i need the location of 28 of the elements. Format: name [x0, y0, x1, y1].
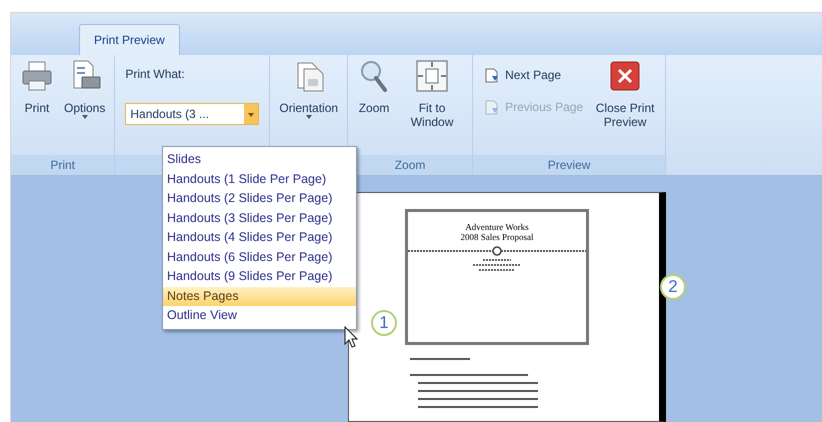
slide-title: Adventure Works: [465, 222, 529, 232]
dropdown-field[interactable]: Handouts (3 ...: [125, 102, 260, 125]
caret-icon: [82, 114, 88, 119]
ribbon-button[interactable]: Close Print Preview: [589, 54, 662, 153]
ribbon-tab[interactable]: Print Preview: [79, 24, 180, 55]
fit-window-icon: [415, 58, 450, 93]
ribbon-button[interactable]: Print: [15, 54, 59, 153]
menu-item[interactable]: Slides: [163, 150, 356, 170]
printer-icon: [20, 58, 54, 93]
menu-item[interactable]: Handouts (1 Slide Per Page): [163, 170, 356, 189]
slide-title: 2008 Sales Proposal: [460, 232, 534, 242]
field-label: Print What:: [125, 66, 186, 83]
caret-icon: [306, 114, 312, 119]
menu-item[interactable]: Handouts (3 Slides Per Page): [163, 208, 356, 228]
ribbon-button[interactable]: Options: [59, 54, 110, 153]
ribbon-button[interactable]: Next Page: [483, 62, 584, 87]
close-icon: [608, 58, 642, 93]
menu-item[interactable]: Outline View: [163, 306, 356, 326]
menu-item[interactable]: Notes Pages: [163, 286, 356, 306]
menu-item[interactable]: Handouts (6 Slides Per Page): [163, 248, 356, 267]
menu-item[interactable]: Handouts (4 Slides Per Page): [163, 228, 356, 248]
ribbon-button[interactable]: Zoom: [352, 54, 396, 153]
group-label: Zoom: [394, 157, 426, 174]
menu-item[interactable]: Handouts (2 Slides Per Page): [163, 189, 356, 208]
group-label: Preview: [548, 157, 590, 174]
group-label: Print: [50, 157, 76, 174]
ribbon-button[interactable]: Fit to Window: [396, 54, 468, 153]
menu-item[interactable]: Handouts (9 Slides Per Page): [163, 267, 356, 286]
